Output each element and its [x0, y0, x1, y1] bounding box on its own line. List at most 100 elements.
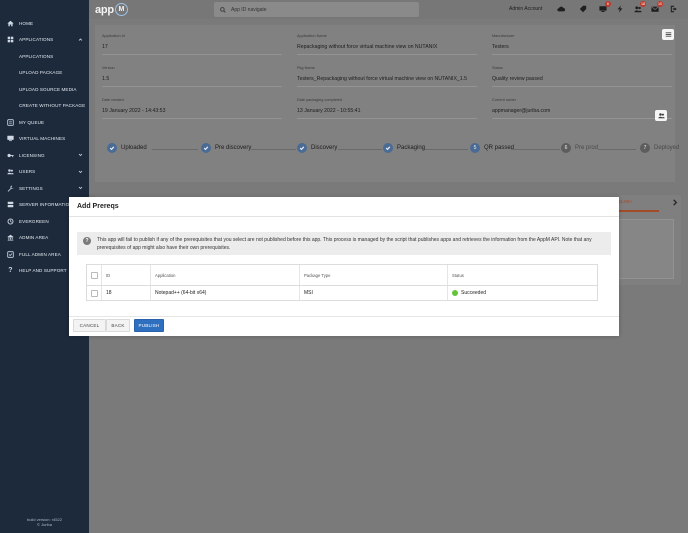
chevron-right-icon[interactable]: [672, 199, 678, 208]
sidebar-item-label: FULL ADMIN AREA: [19, 251, 61, 257]
sidebar-item-label: MY QUEUE: [19, 119, 45, 125]
field-label: Status: [492, 66, 503, 70]
step-packaging: Packaging: [383, 143, 425, 153]
step-label: QR passed: [484, 145, 515, 151]
top-bar: app M Admin Account 6 18 10: [89, 0, 688, 19]
admin-account-menu[interactable]: Admin Account: [509, 6, 542, 12]
step-connector: [251, 149, 296, 150]
field-label: Date packaging completed: [297, 98, 342, 102]
cell-application: Notepad++ (64-bit x64): [151, 286, 300, 300]
sidebar-item-label: ADMIN AREA: [19, 235, 49, 241]
table-header-row: ID Application Package Type Status: [87, 265, 597, 286]
table-row[interactable]: 18 Notepad++ (64-bit x64) MSI Succeeded: [87, 286, 597, 300]
tab-content-box: [617, 219, 674, 279]
step-connector: [152, 149, 198, 150]
notification-badge: 18: [640, 1, 646, 7]
field-label: Application Name: [297, 34, 327, 38]
column-header-status[interactable]: Status: [448, 265, 597, 285]
prereqs-table: ID Application Package Type Status 18 No…: [86, 264, 598, 301]
column-header-package-type[interactable]: Package Type: [300, 265, 448, 285]
sidebar-item-virtual-machines[interactable]: VIRTUAL MACHINES: [0, 131, 89, 148]
sidebar-item-label: CREATE WITHOUT PACKAGE: [19, 103, 86, 109]
field-application-id: Application Id 17: [102, 34, 282, 55]
sidebar-item-label: VIRTUAL MACHINES: [19, 136, 66, 142]
back-button[interactable]: BACK: [106, 319, 130, 332]
chevron-up-icon: [78, 37, 84, 43]
sidebar-subitem-create-without-package[interactable]: CREATE WITHOUT PACKAGE: [0, 98, 89, 115]
field-value: 13 January 2022 - 10:55:41: [297, 108, 477, 119]
check-icon: [107, 143, 117, 153]
list-icon: [665, 32, 671, 37]
info-text-line: This app will fail to publish if any of …: [97, 237, 573, 243]
search-input[interactable]: [231, 6, 411, 13]
sidebar-item-licensing[interactable]: LICENSING: [0, 147, 89, 164]
row-select-cell: [87, 286, 102, 300]
field-version: Version 1.5: [102, 66, 282, 87]
step-connector: [338, 149, 382, 150]
field-label: Manufacturer: [492, 34, 515, 38]
logout-icon[interactable]: [669, 4, 679, 14]
field-label: Date created: [102, 98, 124, 102]
logo-text: app: [95, 3, 114, 16]
sidebar-item-users[interactable]: USERS: [0, 164, 89, 181]
divider: [69, 216, 619, 217]
sidebar-item-label: EVERGREEN: [19, 218, 49, 224]
list-view-button[interactable]: [662, 29, 674, 40]
chevron-down-icon: [78, 152, 84, 158]
logo[interactable]: app M: [95, 2, 128, 17]
field-value: 19 January 2022 - 14:43:53: [102, 108, 282, 119]
monitor-icon: [6, 134, 15, 143]
status-success-icon: [452, 290, 458, 296]
sidebar-subitem-upload-source-media[interactable]: UPLOAD SOURCE MEDIA: [0, 81, 89, 98]
envelope-icon[interactable]: 10: [650, 1, 663, 14]
field-date-packaging: Date packaging completed 13 January 2022…: [297, 98, 477, 119]
step-label: Uploaded: [121, 145, 147, 151]
users-notification-icon[interactable]: 18: [633, 1, 646, 14]
cell-id: 18: [102, 286, 151, 300]
cell-status: Succeeded: [448, 286, 597, 300]
sidebar-item-settings[interactable]: SETTINGS: [0, 180, 89, 197]
step-connector: [511, 149, 560, 150]
change-owner-button[interactable]: [655, 110, 667, 121]
field-current-owner: Current owner appmanager@juriba.com: [492, 98, 672, 119]
sidebar-item-home[interactable]: HOME: [0, 15, 89, 32]
sidebar-item-label: USERS: [19, 169, 36, 175]
column-header-application[interactable]: Application: [151, 265, 300, 285]
step-qr-passed: 5 QR passed: [470, 143, 514, 153]
queue-icon: [6, 118, 15, 127]
select-all-cell: [87, 265, 102, 285]
sidebar-item-label: APPLICATIONS: [19, 37, 54, 43]
cloud-download-icon[interactable]: [556, 4, 566, 14]
step-deployed: 7 Deployed: [640, 143, 679, 153]
select-all-checkbox[interactable]: [90, 271, 98, 279]
step-number: 5: [470, 143, 480, 153]
question-icon: ?: [83, 237, 91, 245]
chevron-down-icon: [78, 169, 84, 175]
publish-button[interactable]: PUBLISH: [134, 319, 164, 332]
step-label: Packaging: [397, 145, 426, 151]
row-checkbox[interactable]: [90, 289, 98, 297]
sidebar-item-my-queue[interactable]: MY QUEUE: [0, 114, 89, 131]
tag-icon[interactable]: [578, 4, 588, 14]
application-details-card: Application Id 17 Application Name Repac…: [95, 25, 679, 182]
lightning-icon[interactable]: [615, 4, 625, 14]
field-label: Pkg Name: [297, 66, 315, 70]
field-value: Quality review passed: [492, 76, 672, 87]
field-value: 1.5: [102, 76, 282, 87]
sidebar-subitem-applications[interactable]: APPLICATIONS: [0, 48, 89, 65]
full-admin-icon: [6, 250, 15, 259]
step-connector: [423, 149, 468, 150]
step-discovery: Discovery: [297, 143, 337, 153]
info-text: This app will fail to publish if any of …: [97, 237, 605, 252]
sidebar-subitem-upload-package[interactable]: UPLOAD PACKAGE: [0, 65, 89, 82]
field-application-name: Application Name Repackaging without for…: [297, 34, 477, 55]
sidebar-item-applications[interactable]: APPLICATIONS: [0, 32, 89, 49]
admin-icon: [6, 233, 15, 242]
home-icon: [6, 19, 15, 28]
cancel-button[interactable]: CANCEL: [73, 319, 106, 332]
column-header-id[interactable]: ID: [102, 265, 151, 285]
search-icon: [220, 6, 226, 13]
step-label: Pre prod: [575, 145, 599, 151]
notification-badge: 6: [605, 1, 611, 7]
monitor-notification-icon[interactable]: 6: [598, 1, 611, 14]
